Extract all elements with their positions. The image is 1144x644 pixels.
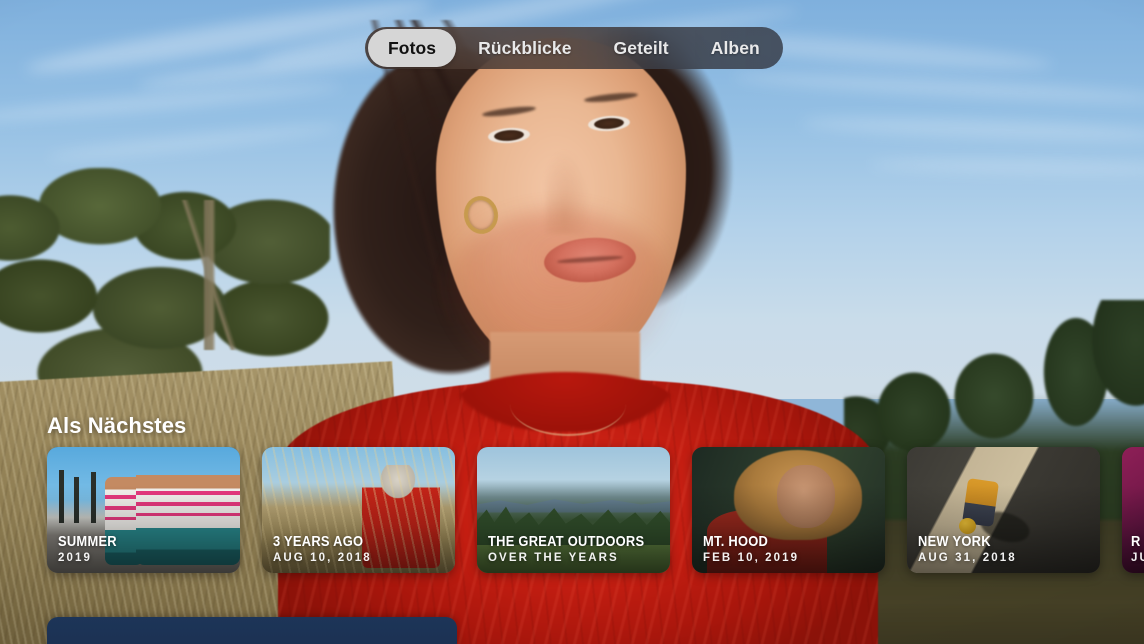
tab-fotos-label: Fotos xyxy=(388,37,437,58)
top-navigation-bar: Fotos Rückblicke Geteilt Alben xyxy=(365,27,783,69)
tab-geteilt[interactable]: Geteilt xyxy=(594,29,689,67)
up-next-card-row: SUMMER 2019 3 YEARS AGO AUG 10, 2018 THE xyxy=(47,447,1144,573)
tab-fotos[interactable]: Fotos xyxy=(368,29,457,67)
tab-rueckblicke[interactable]: Rückblicke xyxy=(458,29,591,67)
memory-card[interactable]: SUMMER 2019 xyxy=(47,447,240,573)
card-title: THE GREAT OUTDOORS xyxy=(488,533,645,551)
tree-trunk xyxy=(150,200,270,350)
card-title: MT. HOOD xyxy=(703,533,769,551)
card-title: NEW YORK xyxy=(918,533,991,551)
tab-geteilt-label: Geteilt xyxy=(613,37,669,58)
card-subtitle: AUG 10, 2018 xyxy=(273,552,372,564)
card-subtitle: FEB 10, 2019 xyxy=(703,552,800,564)
card-subtitle: 2019 xyxy=(58,552,92,564)
shelf-title: Als Nächstes xyxy=(47,413,187,438)
card-text: THE GREAT OUTDOORS OVER THE YEARS xyxy=(488,534,662,564)
card-text: MT. HOOD FEB 10, 2019 xyxy=(703,534,877,564)
memory-card[interactable]: 3 YEARS AGO AUG 10, 2018 xyxy=(262,447,455,573)
tab-alben[interactable]: Alben xyxy=(691,29,780,67)
card-subtitle: OVER THE YEARS xyxy=(488,552,619,564)
memory-card[interactable]: THE GREAT OUTDOORS OVER THE YEARS xyxy=(477,447,670,573)
card-title: SUMMER xyxy=(58,533,117,551)
tab-alben-label: Alben xyxy=(710,37,760,58)
cloud xyxy=(869,156,1144,177)
memory-card[interactable]: MT. HOOD FEB 10, 2019 xyxy=(692,447,885,573)
tv-photos-screen: Fotos Rückblicke Geteilt Alben Als Nächs… xyxy=(0,0,1144,644)
card-text: R JU xyxy=(1131,534,1144,564)
nose xyxy=(546,148,592,234)
necklace xyxy=(510,372,626,436)
card-subtitle: JU xyxy=(1131,552,1144,564)
card-title: 3 YEARS AGO xyxy=(273,533,364,551)
card-text: NEW YORK AUG 31, 2018 xyxy=(918,534,1092,564)
memory-card[interactable]: NEW YORK AUG 31, 2018 xyxy=(907,447,1100,573)
next-row-peek-card[interactable] xyxy=(47,617,457,644)
card-title: R xyxy=(1131,534,1141,551)
card-text: SUMMER 2019 xyxy=(58,534,232,564)
tab-rueckblicke-label: Rückblicke xyxy=(478,37,572,58)
card-text: 3 YEARS AGO AUG 10, 2018 xyxy=(273,534,447,564)
memory-card[interactable]: R JU xyxy=(1122,447,1144,573)
card-subtitle: AUG 31, 2018 xyxy=(918,552,1017,564)
